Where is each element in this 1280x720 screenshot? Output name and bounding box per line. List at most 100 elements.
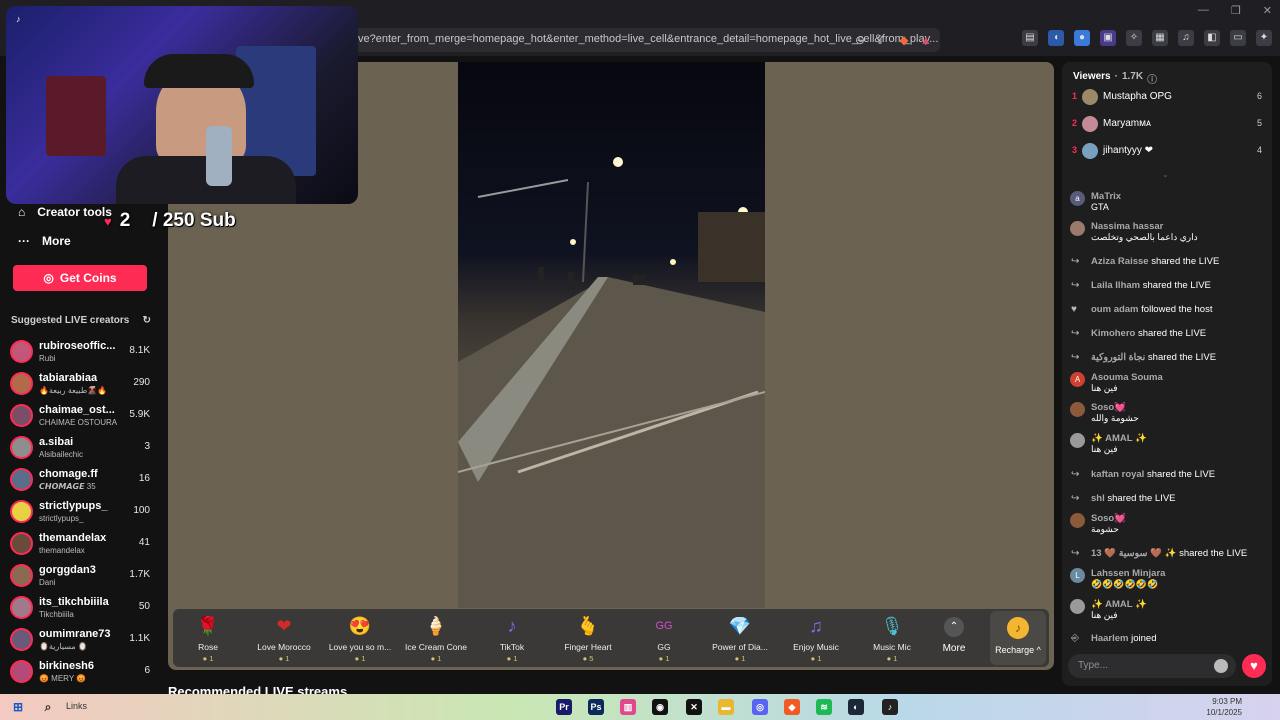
folder-icon[interactable]: ▬ xyxy=(718,699,734,715)
screenshot-icon[interactable]: ▦ xyxy=(1152,30,1168,46)
creator-tools-label: Creator tools xyxy=(37,205,112,219)
photoshop-icon[interactable]: Ps xyxy=(588,699,604,715)
chat-text: حشومة xyxy=(1091,524,1119,534)
creator-tools-link[interactable]: ⌂ Creator tools xyxy=(18,205,112,219)
top-viewer-item[interactable]: 3 jihantyyy ❤ 4 xyxy=(1072,142,1262,162)
app-icon[interactable]: ▥ xyxy=(620,699,636,715)
gift-name: TikTok xyxy=(499,642,525,652)
wallet-icon[interactable]: ▭ xyxy=(1230,30,1246,46)
collapse-icon[interactable]: ⌄ xyxy=(1162,170,1169,179)
info-icon[interactable]: ⓘ xyxy=(1147,71,1157,86)
sidebar-icon[interactable]: ◧ xyxy=(1204,30,1220,46)
audio-icon[interactable]: ◖ xyxy=(1048,30,1064,46)
gift-price: ● 1 xyxy=(506,654,518,663)
obs-icon[interactable]: ◉ xyxy=(652,699,668,715)
puzzle-icon[interactable]: ✧ xyxy=(1126,30,1142,46)
gift-item[interactable]: 🍦 Ice Cream Cone ● 1 xyxy=(399,613,473,663)
zoom-icon[interactable]: ⊖ xyxy=(852,32,868,48)
like-button[interactable]: ♥ xyxy=(1242,654,1266,678)
discord-icon[interactable]: ◎ xyxy=(752,699,768,715)
emoji-icon[interactable] xyxy=(1214,659,1228,673)
creator-item[interactable]: oumimrane73 🪞مسيارية 🪞 1.1K xyxy=(10,625,152,655)
chat-username: Haarlem xyxy=(1091,633,1129,644)
creator-item[interactable]: chaimae_ost... CHAIMAE OSTOURA 5.9K xyxy=(10,401,152,431)
creator-item[interactable]: gorggdan3 Dani 1.7K xyxy=(10,561,152,591)
creator-item[interactable]: tabiarabiaa 🔥طبيعة ربيعة🌋🔥 290 xyxy=(10,369,152,399)
viewer-count: 290 xyxy=(133,377,150,388)
creator-item[interactable]: chomage.ff 𝘾𝙃𝙊𝙈𝘼𝙂𝙀 35 16 xyxy=(10,465,152,495)
creator-item[interactable]: themandelax themandelax 41 xyxy=(10,529,152,559)
gift-price: ● 1 xyxy=(810,654,822,663)
viewer-count: 8.1K xyxy=(129,345,150,356)
windows-start-icon[interactable]: ⊞ xyxy=(10,699,26,715)
avatar xyxy=(1082,116,1098,132)
gift-item[interactable]: 💎 Power of Dia... ● 1 xyxy=(703,613,777,663)
viewer-count: 3 xyxy=(144,441,150,452)
gift-item[interactable]: ♫ Enjoy Music ● 1 xyxy=(779,613,853,663)
more-link[interactable]: ··· More xyxy=(18,234,71,248)
gift-name: Rose xyxy=(198,642,218,652)
capcut-icon[interactable]: ✕ xyxy=(686,699,702,715)
avatar xyxy=(1070,402,1085,417)
chat-text: داري داعما بالصحي وتخلصت xyxy=(1091,232,1198,242)
creator-name: rubiroseoffic... xyxy=(39,340,116,352)
taskbar-clock[interactable]: 9:03 PM 10/1/2025 xyxy=(1206,696,1242,718)
gift-item[interactable]: 🫰 Finger Heart ● 5 xyxy=(551,613,625,663)
steam-icon[interactable]: ◐ xyxy=(848,699,864,715)
music-icon[interactable]: ♫ xyxy=(1178,30,1194,46)
viewers-header[interactable]: Viewers · 1.7K ⓘ xyxy=(1073,71,1157,86)
gift-item[interactable]: GG GG ● 1 xyxy=(627,613,701,663)
creator-nickname: Dani xyxy=(39,578,56,587)
creator-item[interactable]: a.sibai Alsibailechic 3 xyxy=(10,433,152,463)
extension-icon[interactable]: ▣ xyxy=(1100,30,1116,46)
chat-input[interactable]: Type... xyxy=(1068,654,1236,678)
gift-item[interactable]: 🌹 Rose ● 1 xyxy=(171,613,245,663)
more-gifts-button[interactable]: ⌃ More xyxy=(936,617,972,654)
avatar xyxy=(1070,513,1085,528)
top-viewer-item[interactable]: 2 Maryamᴍᴀ 5 xyxy=(1072,115,1262,135)
vpn-icon[interactable]: ● xyxy=(1074,30,1090,46)
gift-item[interactable]: 😍 Love you so m... ● 1 xyxy=(323,613,397,663)
tiktok-live-icon[interactable]: ♪ xyxy=(882,699,898,715)
gift-price-value: 1 xyxy=(209,654,214,663)
share-icon: ↪ xyxy=(1071,328,1080,339)
get-coins-button[interactable]: ◎ Get Coins xyxy=(13,265,147,291)
premiere-icon[interactable]: Pr xyxy=(556,699,572,715)
top-viewer-item[interactable]: 1 Mustapha OPG 6 xyxy=(1072,88,1262,108)
gift-item[interactable]: ❤ Love Morocco ● 1 xyxy=(247,613,321,663)
creator-name: its_tikchbiiila xyxy=(39,596,109,608)
get-coins-label: Get Coins xyxy=(59,271,117,285)
live-video[interactable] xyxy=(458,62,765,608)
creator-item[interactable]: its_tikchbiiila Tikchbiiila 50 xyxy=(10,593,152,623)
gift-name: Ice Cream Cone xyxy=(405,642,467,652)
spotify-icon[interactable]: ≋ xyxy=(816,699,832,715)
recharge-button[interactable]: ♪ Recharge ^ xyxy=(990,611,1046,665)
brave-icon[interactable]: ◆ xyxy=(784,699,800,715)
chat-username: Soso💓 xyxy=(1091,513,1127,524)
extension-icon[interactable]: ▤ xyxy=(1022,30,1038,46)
close-icon[interactable]: ✕ xyxy=(1263,4,1272,17)
viewer-count: 5.9K xyxy=(129,409,150,420)
taskbar-search-label[interactable]: Links xyxy=(66,701,87,711)
sub-goal-count: 2 xyxy=(119,210,131,231)
leo-icon[interactable]: ✦ xyxy=(1256,30,1272,46)
brave-rewards-icon[interactable]: ▲ xyxy=(918,32,934,48)
gift-item[interactable]: ♪ TikTok ● 1 xyxy=(475,613,549,663)
share-icon[interactable]: ⇪ xyxy=(872,32,888,48)
creator-item[interactable]: birkinesh6 😡 MERY 😡 6 xyxy=(10,657,152,687)
refresh-icon[interactable]: ↻ xyxy=(143,315,151,326)
gift-icon: 🫰 xyxy=(576,616,600,636)
creator-item[interactable]: strictlypups_ strictlypups_ 100 xyxy=(10,497,152,527)
chat-panel: Viewers · 1.7K ⓘ 1 Mustapha OPG 6 2 Maryamᴍᴀ… xyxy=(1062,62,1272,686)
gift-item[interactable]: 🎙 Music Mic ● 1 xyxy=(855,613,929,663)
address-bar[interactable]: ve?enter_from_merge=homepage_hot&enter_m… xyxy=(350,28,940,52)
creator-nickname: Alsibailechic xyxy=(39,450,84,459)
creator-item[interactable]: rubiroseoffic... Rubi 8.1K xyxy=(10,337,152,367)
search-icon[interactable]: ⌕ xyxy=(40,699,56,715)
gift-name: GG xyxy=(657,642,671,652)
viewer-count: 41 xyxy=(138,537,150,548)
restore-icon[interactable]: ❐ xyxy=(1231,4,1241,17)
avatar xyxy=(10,596,33,619)
minimize-icon[interactable]: — xyxy=(1198,4,1209,17)
brave-shield-icon[interactable]: ◆ xyxy=(896,32,912,48)
